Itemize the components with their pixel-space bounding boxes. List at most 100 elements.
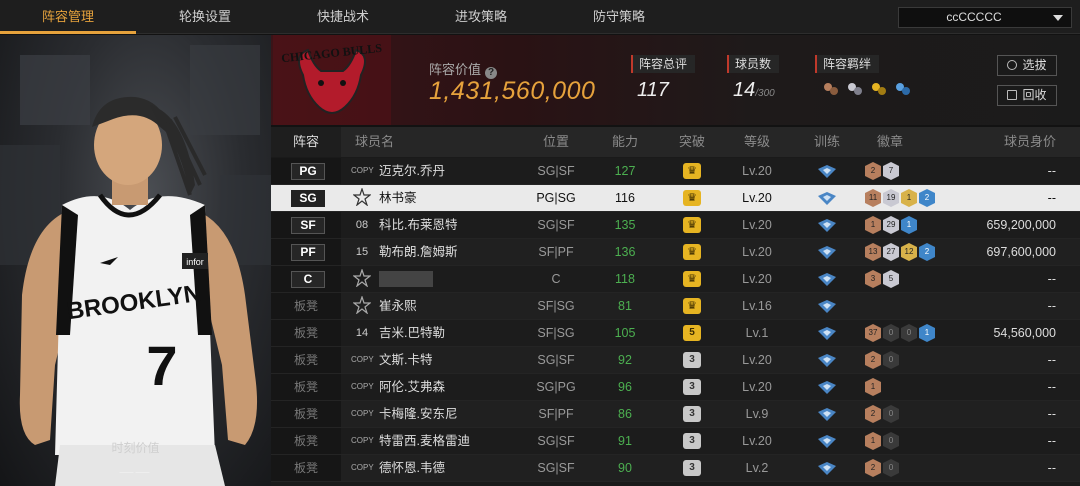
player-portrait-panel: BROOKLYN 7 infor 时刻价值 —— — [0, 35, 271, 486]
tab-offense[interactable]: 进攻策略 — [412, 0, 550, 34]
team-select-value: ccCCCCC — [946, 10, 1002, 24]
tab-lineup[interactable]: 阵容管理 — [0, 0, 136, 34]
badge-list: 13 27 12 2 — [865, 243, 935, 261]
tab-quick-tactics[interactable]: 快捷战术 — [274, 0, 412, 34]
table-row[interactable]: PG COPY 迈克尔.乔丹 SG|SF 127 ♛ Lv.20 2 7 -- — [271, 158, 1080, 185]
table-row[interactable]: SF 08 科比.布莱恩特 SG|SF 135 ♛ Lv.20 1 29 1 659,200,000 — [271, 212, 1080, 239]
moment-value: —— — [119, 463, 152, 479]
player-count-label: 球员数 — [727, 55, 780, 73]
player-name[interactable]: 卡梅隆.安东尼 — [379, 401, 457, 427]
slot-badge[interactable]: PF — [291, 244, 325, 261]
star-avatar-icon — [352, 187, 372, 207]
rating-label: 阵容总评 — [631, 55, 696, 73]
breakthrough-level-badge: 3 — [683, 352, 701, 368]
bench-slot-label[interactable]: 板凳 — [271, 347, 341, 373]
training-icon[interactable] — [817, 434, 837, 449]
training-icon[interactable] — [817, 164, 837, 179]
col-power: 能力 — [611, 134, 638, 149]
player-position: SG|SF — [537, 353, 575, 367]
col-slot: 阵容 — [271, 127, 341, 157]
table-row[interactable]: 板凳 COPY 特雷西.麦格雷迪 SG|SF 91 3 Lv.20 1 0 -- — [271, 428, 1080, 455]
training-icon[interactable] — [817, 461, 837, 476]
table-header: 阵容 球员名 位置 能力 突破 等级 训练 徽章 球员身价 — [271, 127, 1080, 157]
slot-badge[interactable]: SF — [291, 217, 325, 234]
col-badges: 徽章 — [876, 134, 903, 149]
crown-icon: ♛ — [683, 163, 701, 179]
training-icon[interactable] — [817, 326, 837, 341]
training-icon[interactable] — [817, 272, 837, 287]
slot-badge[interactable]: PG — [291, 163, 325, 180]
table-row[interactable]: 板凳 COPY 德怀恩.韦德 SG|SF 90 3 Lv.2 2 0 -- — [271, 455, 1080, 482]
player-name[interactable]: 迈克尔.乔丹 — [379, 158, 445, 184]
training-icon[interactable] — [817, 299, 837, 314]
player-value: -- — [1047, 353, 1056, 367]
player-level: Lv.20 — [742, 191, 772, 205]
table-row[interactable]: PF 15 勒布朗.詹姆斯 SF|PF 136 ♛ Lv.20 13 27 12 2 697,600,… — [271, 239, 1080, 266]
bond-icon-gold[interactable] — [869, 79, 889, 99]
draft-button[interactable]: 选拔 — [997, 55, 1057, 76]
bond-icon-bronze[interactable] — [821, 79, 841, 99]
breakthrough-level-badge: 5 — [683, 325, 701, 341]
training-icon[interactable] — [817, 380, 837, 395]
player-value: -- — [1047, 299, 1056, 313]
table-row[interactable]: SG 林书豪 PG|SG 116 ♛ Lv.20 11 19 1 2 -- — [271, 185, 1080, 212]
breakthrough-level-badge: 3 — [683, 433, 701, 449]
table-row[interactable]: 板凳 COPY 卡梅隆.安东尼 SF|PF 86 3 Lv.9 2 0 -- — [271, 401, 1080, 428]
player-level: Lv.20 — [742, 380, 772, 394]
tab-defense[interactable]: 防守策略 — [550, 0, 688, 34]
training-icon[interactable] — [817, 218, 837, 233]
player-name[interactable]: 德怀恩.韦德 — [379, 455, 445, 481]
bench-slot-label[interactable]: 板凳 — [271, 374, 341, 400]
bench-slot-label[interactable]: 板凳 — [271, 428, 341, 454]
player-name[interactable]: 特雷西.麦格雷迪 — [379, 428, 470, 454]
table-row[interactable]: 板凳 崔永熙 SF|SG 81 ♛ Lv.16 -- — [271, 293, 1080, 320]
col-training: 训练 — [813, 134, 840, 149]
recycle-button-label: 回收 — [1022, 88, 1047, 102]
active-tab-indicator — [0, 31, 136, 34]
crown-icon: ♛ — [683, 217, 701, 233]
bond-icon-blue[interactable] — [893, 79, 913, 99]
player-name[interactable] — [379, 271, 433, 287]
tab-rotation[interactable]: 轮换设置 — [136, 0, 274, 34]
player-avatar-icon: COPY — [351, 355, 374, 364]
bench-slot-label[interactable]: 板凳 — [271, 320, 341, 346]
table-row[interactable]: 板凳 14 吉米.巴特勒 SF|SG 105 5 Lv.1 37 0 0 1 54,560,000 — [271, 320, 1080, 347]
bench-slot-label[interactable]: 板凳 — [271, 455, 341, 481]
bench-slot-label[interactable]: 板凳 — [271, 293, 341, 319]
training-icon[interactable] — [817, 407, 837, 422]
bond-icon-silver[interactable] — [845, 79, 865, 99]
player-level: Lv.20 — [742, 434, 772, 448]
bench-slot-label[interactable]: 板凳 — [271, 401, 341, 427]
player-power: 92 — [618, 353, 632, 367]
star-avatar-icon — [352, 295, 372, 315]
training-icon[interactable] — [817, 245, 837, 260]
player-name[interactable]: 文斯.卡特 — [379, 347, 432, 373]
recycle-button[interactable]: 回收 — [997, 85, 1057, 106]
training-icon[interactable] — [817, 191, 837, 206]
player-power: 135 — [614, 218, 636, 232]
player-position: PG|SG — [536, 191, 576, 205]
training-icon[interactable] — [817, 353, 837, 368]
bronze-badge-icon: 2 — [865, 405, 881, 423]
player-name[interactable]: 阿伦.艾弗森 — [379, 374, 445, 400]
player-name[interactable]: 吉米.巴特勒 — [379, 320, 445, 346]
table-row[interactable]: 板凳 COPY 阿伦.艾弗森 SG|PG 96 3 Lv.20 1 -- — [271, 374, 1080, 401]
crown-icon: ♛ — [683, 244, 701, 260]
table-row[interactable]: C C 118 ♛ Lv.20 3 5 -- — [271, 266, 1080, 293]
slot-badge[interactable]: C — [291, 271, 325, 288]
player-name[interactable]: 林书豪 — [379, 185, 417, 211]
team-select-dropdown[interactable]: ccCCCCC — [898, 7, 1072, 28]
player-position: SG|SF — [537, 218, 575, 232]
player-value: 54,560,000 — [993, 326, 1056, 340]
slot-badge[interactable]: SG — [291, 190, 325, 207]
dark-badge-icon: 0 — [883, 459, 899, 477]
rating-value: 117 — [637, 79, 669, 101]
player-name[interactable]: 科比.布莱恩特 — [379, 212, 457, 238]
table-row[interactable]: 板凳 COPY 文斯.卡特 SG|SF 92 3 Lv.20 2 0 -- — [271, 347, 1080, 374]
silver-badge-icon: 7 — [883, 162, 899, 180]
bronze-badge-icon: 1 — [865, 216, 881, 234]
bronze-badge-icon: 2 — [865, 162, 881, 180]
player-name[interactable]: 勒布朗.詹姆斯 — [379, 239, 457, 265]
player-name[interactable]: 崔永熙 — [379, 293, 417, 319]
badge-list: 35 — [865, 270, 899, 288]
